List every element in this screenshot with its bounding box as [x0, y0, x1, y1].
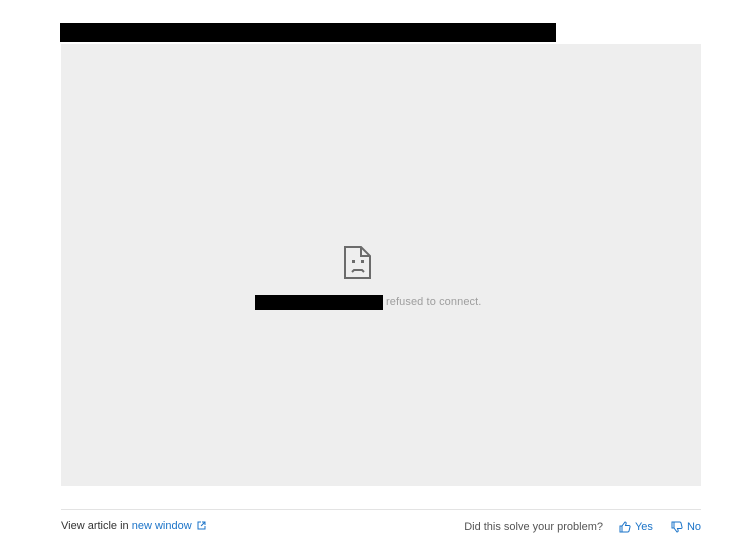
footer-divider: [61, 509, 701, 510]
sad-document-icon: [343, 245, 373, 281]
new-window-link-label: new window: [131, 520, 192, 532]
refused-to-connect-text: refused to connect.: [386, 296, 482, 308]
thumbs-up-icon: [619, 521, 631, 533]
view-article-prefix: View article in: [61, 520, 129, 532]
no-button[interactable]: No: [671, 521, 701, 533]
thumbs-down-icon: [671, 521, 683, 533]
yes-label: Yes: [634, 521, 653, 533]
external-link-icon: [197, 521, 206, 530]
redacted-hostname: [255, 294, 383, 310]
page: refused to connect. View article in new …: [0, 0, 736, 549]
feedback-group: Did this solve your problem? Yes No: [464, 518, 701, 536]
view-article-line: View article in new window: [61, 520, 206, 532]
no-label: No: [686, 521, 701, 533]
redacted-title-bar: [60, 23, 556, 42]
article-footer: View article in new window Did this solv…: [61, 518, 701, 536]
yes-button[interactable]: Yes: [619, 521, 653, 533]
embedded-article-frame: refused to connect.: [61, 44, 701, 486]
new-window-link[interactable]: new window: [132, 520, 206, 532]
connection-error-message: refused to connect.: [255, 294, 481, 310]
feedback-question: Did this solve your problem?: [464, 521, 603, 533]
